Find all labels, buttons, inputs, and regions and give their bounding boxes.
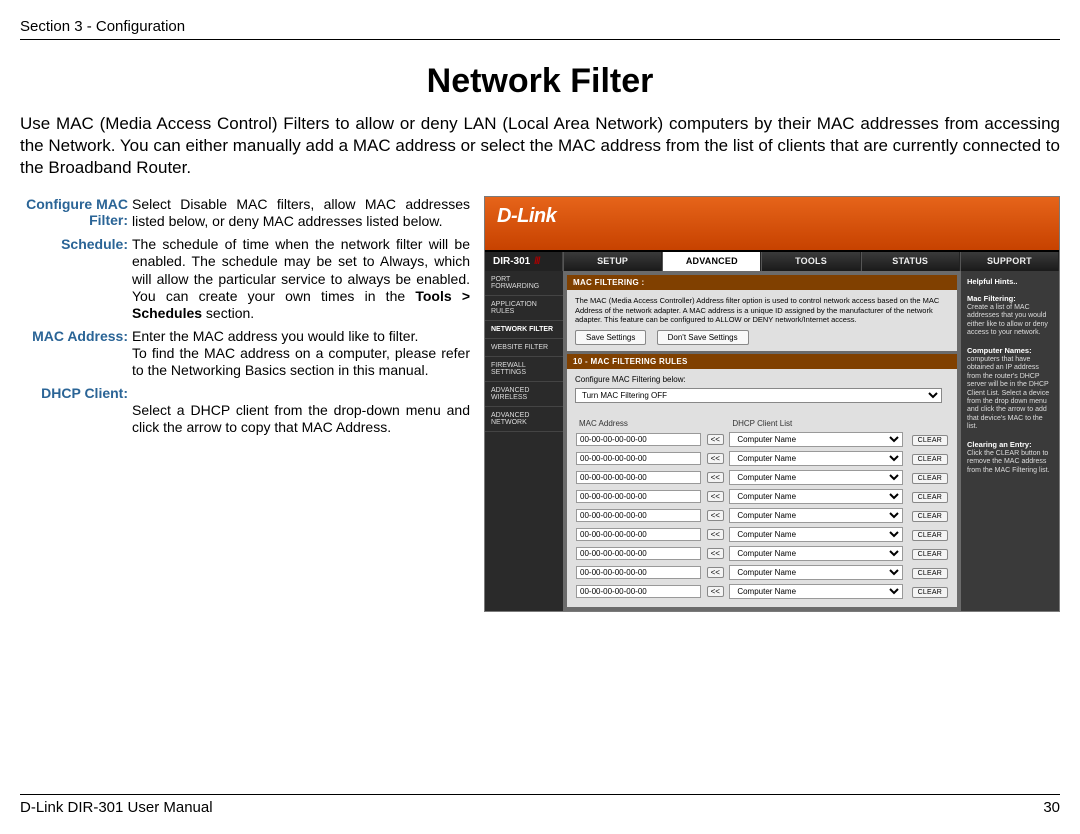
- hint-block: Mac Filtering:Create a list of MAC addre…: [967, 294, 1053, 338]
- section1-body: The MAC (Media Access Controller) Addres…: [567, 290, 957, 351]
- footer-page-number: 30: [1043, 799, 1060, 816]
- dhcp-client-select[interactable]: Computer Name: [729, 451, 903, 466]
- mac-address-input[interactable]: [576, 509, 701, 522]
- def-schedule: The schedule of time when the network fi…: [132, 236, 470, 321]
- clear-button[interactable]: CLEAR: [912, 435, 948, 446]
- copy-mac-button[interactable]: <<: [707, 548, 724, 559]
- copy-mac-button[interactable]: <<: [707, 491, 724, 502]
- copy-mac-button[interactable]: <<: [707, 453, 724, 464]
- clear-button[interactable]: CLEAR: [912, 473, 948, 484]
- def-dhcp-client: Select a DHCP client from the drop-down …: [132, 385, 470, 436]
- hints-title: Helpful Hints..: [967, 277, 1017, 286]
- intro-paragraph: Use MAC (Media Access Control) Filters t…: [20, 113, 1060, 178]
- col-mac-address: MAC Address: [575, 417, 702, 430]
- section2-header: 10 - MAC FILTERING RULES: [567, 354, 957, 369]
- copy-mac-button[interactable]: <<: [707, 529, 724, 540]
- def-configure-mac: Select Disable MAC filters, allow MAC ad…: [132, 196, 470, 230]
- clear-button[interactable]: CLEAR: [912, 511, 948, 522]
- dhcp-client-select[interactable]: Computer Name: [729, 432, 903, 447]
- footer-manual-name: D-Link DIR-301 User Manual: [20, 799, 213, 816]
- sidebar-item-advanced-wireless[interactable]: ADVANCED WIRELESS: [485, 382, 563, 407]
- mac-address-input[interactable]: [576, 585, 701, 598]
- dhcp-client-select[interactable]: Computer Name: [729, 546, 903, 561]
- sidebar-item-website-filter[interactable]: WEBSITE FILTER: [485, 339, 563, 357]
- clear-button[interactable]: CLEAR: [912, 549, 948, 560]
- col-dhcp-client: DHCP Client List: [728, 417, 904, 430]
- dhcp-client-select[interactable]: Computer Name: [729, 508, 903, 523]
- term-dhcp-client: DHCP Client:: [20, 385, 132, 436]
- def-mac-address: Enter the MAC address you would like to …: [132, 328, 470, 379]
- clear-button[interactable]: CLEAR: [912, 587, 948, 598]
- copy-mac-button[interactable]: <<: [707, 510, 724, 521]
- clear-button[interactable]: CLEAR: [912, 530, 948, 541]
- copy-mac-button[interactable]: <<: [707, 434, 724, 445]
- sidebar-item-advanced-network[interactable]: ADVANCED NETWORK: [485, 407, 563, 432]
- mac-row: << Computer Name CLEAR: [575, 487, 949, 506]
- mac-filtering-mode-select[interactable]: Turn MAC Filtering OFF: [575, 388, 942, 403]
- tab-status[interactable]: STATUS: [861, 252, 960, 271]
- mac-address-input[interactable]: [576, 528, 701, 541]
- sidebar-item-port-forwarding[interactable]: PORT FORWARDING: [485, 271, 563, 296]
- dhcp-client-select[interactable]: Computer Name: [729, 527, 903, 542]
- section-header: Section 3 - Configuration: [20, 18, 1060, 40]
- tab-support[interactable]: SUPPORT: [960, 252, 1059, 271]
- tab-setup[interactable]: SETUP: [563, 252, 662, 271]
- router-model: DIR-301: [485, 252, 563, 271]
- mac-row: << Computer Name CLEAR: [575, 506, 949, 525]
- dhcp-client-select[interactable]: Computer Name: [729, 584, 903, 599]
- mac-address-input[interactable]: [576, 490, 701, 503]
- mac-address-input[interactable]: [576, 566, 701, 579]
- clear-button[interactable]: CLEAR: [912, 454, 948, 465]
- hint-block: Computer Names:computers that have obtai…: [967, 346, 1053, 432]
- mac-row: << Computer Name CLEAR: [575, 582, 949, 601]
- copy-mac-button[interactable]: <<: [707, 567, 724, 578]
- mac-address-input[interactable]: [576, 433, 701, 446]
- router-screenshot: D-Link DIR-301 SETUPADVANCEDTOOLSSTATUSS…: [484, 196, 1060, 612]
- dhcp-client-select[interactable]: Computer Name: [729, 470, 903, 485]
- mac-row: << Computer Name CLEAR: [575, 449, 949, 468]
- sidebar-item-application-rules[interactable]: APPLICATION RULES: [485, 296, 563, 321]
- router-main: MAC FILTERING : The MAC (Media Access Co…: [563, 271, 961, 611]
- mac-row: << Computer Name CLEAR: [575, 544, 949, 563]
- mac-row: << Computer Name CLEAR: [575, 563, 949, 582]
- brand-logo: D-Link: [497, 205, 556, 228]
- router-sidebar: PORT FORWARDINGAPPLICATION RULESNETWORK …: [485, 271, 563, 611]
- sidebar-item-network-filter[interactable]: NETWORK FILTER: [485, 321, 563, 339]
- page-title: Network Filter: [20, 62, 1060, 101]
- helpful-hints-panel: Helpful Hints.. Mac Filtering:Create a l…: [961, 271, 1059, 611]
- mac-row: << Computer Name CLEAR: [575, 468, 949, 487]
- configure-label: Configure MAC Filtering below:: [575, 375, 949, 384]
- sidebar-item-firewall-settings[interactable]: FIREWALL SETTINGS: [485, 357, 563, 382]
- definitions-column: Configure MACFilter: Select Disable MAC …: [20, 196, 470, 612]
- copy-mac-button[interactable]: <<: [707, 586, 724, 597]
- save-settings-button[interactable]: Save Settings: [575, 330, 646, 345]
- term-schedule: Schedule:: [20, 236, 132, 321]
- tab-advanced[interactable]: ADVANCED: [662, 252, 761, 271]
- term-configure-mac: Configure MACFilter:: [20, 196, 132, 230]
- dhcp-client-select[interactable]: Computer Name: [729, 565, 903, 580]
- term-mac-address: MAC Address:: [20, 328, 132, 379]
- hint-block: Clearing an Entry:Click the CLEAR button…: [967, 440, 1053, 476]
- dont-save-settings-button[interactable]: Don't Save Settings: [657, 330, 749, 345]
- mac-row: << Computer Name CLEAR: [575, 430, 949, 449]
- copy-mac-button[interactable]: <<: [707, 472, 724, 483]
- section1-header: MAC FILTERING :: [567, 275, 957, 290]
- section2-body: Configure MAC Filtering below: Turn MAC …: [567, 369, 957, 607]
- mac-row: << Computer Name CLEAR: [575, 525, 949, 544]
- dhcp-client-select[interactable]: Computer Name: [729, 489, 903, 504]
- tab-tools[interactable]: TOOLS: [761, 252, 860, 271]
- router-brand-bar: D-Link: [485, 197, 1059, 250]
- mac-address-input[interactable]: [576, 547, 701, 560]
- mac-address-input[interactable]: [576, 452, 701, 465]
- mac-address-input[interactable]: [576, 471, 701, 484]
- clear-button[interactable]: CLEAR: [912, 568, 948, 579]
- clear-button[interactable]: CLEAR: [912, 492, 948, 503]
